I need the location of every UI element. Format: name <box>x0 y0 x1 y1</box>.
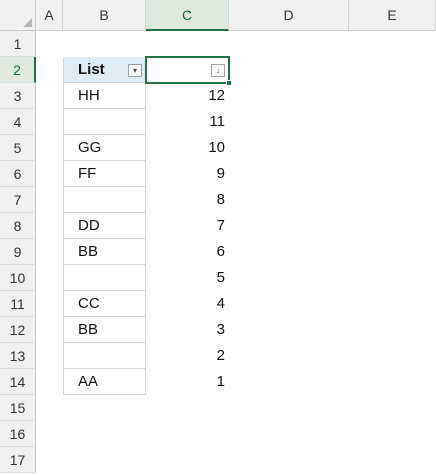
table-cell-b14[interactable]: AA <box>63 369 146 395</box>
row-header-12[interactable]: 12 <box>0 317 36 343</box>
select-all-triangle-icon <box>23 18 32 27</box>
table-cell-c6[interactable]: 9 <box>146 161 229 187</box>
active-cell-c2[interactable] <box>145 56 230 84</box>
table-cell-b8[interactable]: DD <box>63 213 146 239</box>
row-header-7[interactable]: 7 <box>0 187 36 213</box>
row-header-11[interactable]: 11 <box>0 291 36 317</box>
table-cell-b12[interactable]: BB <box>63 317 146 343</box>
table-cell-c3[interactable]: 12 <box>146 83 229 109</box>
table-cell-b4[interactable] <box>63 109 146 135</box>
select-all-button[interactable] <box>0 0 36 31</box>
table-cell-b11[interactable]: CC <box>63 291 146 317</box>
table-cell-c12[interactable]: 3 <box>146 317 229 343</box>
row-header-16[interactable]: 16 <box>0 421 36 447</box>
row-header-14[interactable]: 14 <box>0 369 36 395</box>
table-cell-b5[interactable]: GG <box>63 135 146 161</box>
table-cell-c10[interactable]: 5 <box>146 265 229 291</box>
row-header-15[interactable]: 15 <box>0 395 36 421</box>
row-header-13[interactable]: 13 <box>0 343 36 369</box>
column-header-d[interactable]: D <box>229 0 349 31</box>
table-cell-c9[interactable]: 6 <box>146 239 229 265</box>
row-header-17[interactable]: 17 <box>0 447 36 473</box>
table-cell-b9[interactable]: BB <box>63 239 146 265</box>
table-cell-c14[interactable]: 1 <box>146 369 229 395</box>
table-cell-c11[interactable]: 4 <box>146 291 229 317</box>
row-header-5[interactable]: 5 <box>0 135 36 161</box>
table-cell-c4[interactable]: 11 <box>146 109 229 135</box>
row-header-2[interactable]: 2 <box>0 57 36 83</box>
table-cell-b3[interactable]: HH <box>63 83 146 109</box>
row-header-8[interactable]: 8 <box>0 213 36 239</box>
table-cell-c13[interactable]: 2 <box>146 343 229 369</box>
row-header-1[interactable]: 1 <box>0 31 36 57</box>
fill-handle[interactable] <box>226 80 232 86</box>
row-header-6[interactable]: 6 <box>0 161 36 187</box>
column-header-a[interactable]: A <box>36 0 63 31</box>
row-header-3[interactable]: 3 <box>0 83 36 109</box>
table-cell-c7[interactable]: 8 <box>146 187 229 213</box>
row-header-9[interactable]: 9 <box>0 239 36 265</box>
column-header-e[interactable]: E <box>349 0 436 31</box>
table-cell-b7[interactable] <box>63 187 146 213</box>
table-cell-c5[interactable]: 10 <box>146 135 229 161</box>
column-header-b[interactable]: B <box>63 0 146 31</box>
table-cell-b10[interactable] <box>63 265 146 291</box>
row-header-4[interactable]: 4 <box>0 109 36 135</box>
column-header-c[interactable]: C <box>146 0 229 31</box>
table-cell-b6[interactable]: FF <box>63 161 146 187</box>
row-header-10[interactable]: 10 <box>0 265 36 291</box>
filter-dropdown-icon[interactable]: ▾ <box>128 64 142 77</box>
table-cell-b13[interactable] <box>63 343 146 369</box>
table-header-label: List <box>78 61 105 78</box>
table-cell-c8[interactable]: 7 <box>146 213 229 239</box>
